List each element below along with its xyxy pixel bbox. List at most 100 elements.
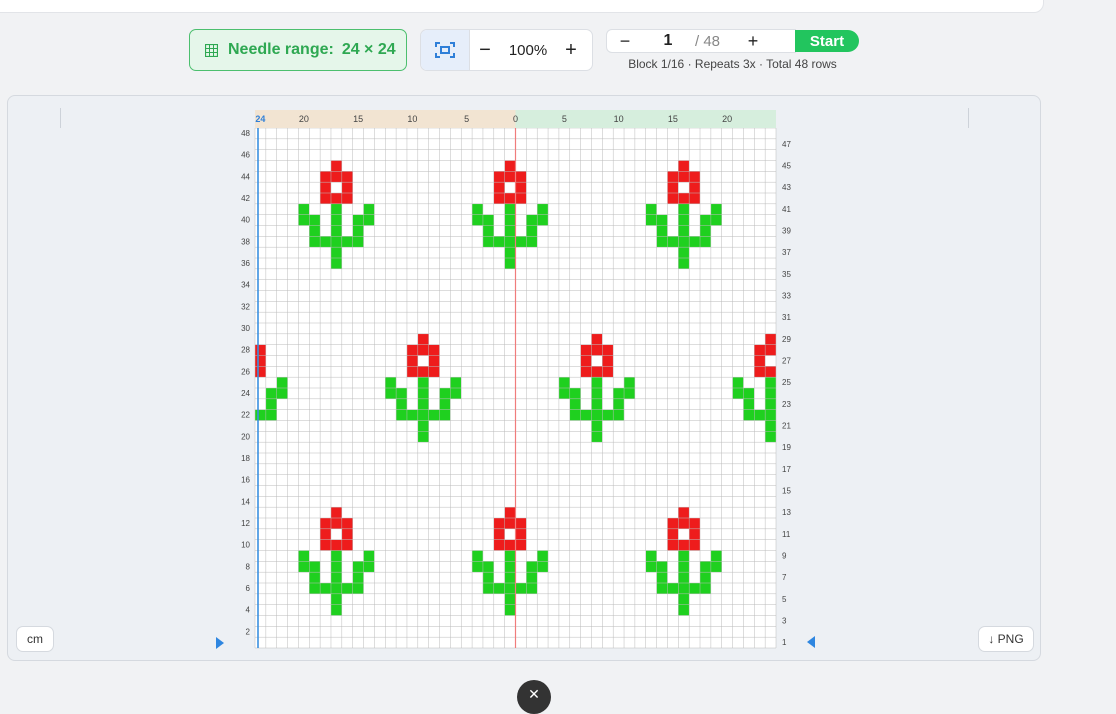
unit-toggle-button[interactable]: cm <box>16 626 54 652</box>
ruler-right-background <box>515 110 776 128</box>
stem-stitch <box>700 225 711 237</box>
flower-stitch <box>515 528 527 540</box>
left-needle-marker[interactable] <box>216 637 224 649</box>
flower-stitch <box>504 507 516 518</box>
row-label-left: 46 <box>241 151 250 160</box>
row-label-right: 29 <box>782 335 791 344</box>
flower-stitch <box>667 193 701 204</box>
stem-stitch <box>396 398 407 410</box>
row-label-left: 32 <box>241 302 250 311</box>
flower-stitch <box>493 539 527 551</box>
flower-stitch <box>493 171 527 183</box>
row-label-right: 31 <box>782 313 791 322</box>
row-label-right: 45 <box>782 162 791 171</box>
flower-stitch <box>580 366 614 378</box>
flower-stitch <box>341 182 353 193</box>
row-label-left: 40 <box>241 216 250 225</box>
flower-stitch <box>428 355 440 367</box>
row-label-right: 7 <box>782 573 787 582</box>
export-png-button[interactable]: ↓ PNG <box>978 626 1034 652</box>
needle-range-label: Needle range: <box>228 41 334 58</box>
row-label-left: 14 <box>241 497 250 506</box>
flower-stitch <box>667 171 701 183</box>
ruler-label: 5 <box>464 114 469 124</box>
zoom-in-button[interactable]: + <box>556 39 586 62</box>
flower-stitch <box>417 333 429 345</box>
divider <box>968 108 969 128</box>
ruler-left-background <box>255 110 516 128</box>
start-button[interactable]: Start <box>795 30 859 52</box>
divider <box>60 108 61 128</box>
flower-stitch <box>493 528 505 540</box>
row-decrement-button[interactable]: − <box>607 31 643 52</box>
knitting-pattern-grid[interactable]: 24 20 15 10 5 0 5 10 15 2048464442403836343230282… <box>230 108 796 652</box>
flower-stitch <box>320 528 331 540</box>
close-button[interactable]: ✕ <box>517 680 551 714</box>
flower-stitch <box>255 366 266 378</box>
zoom-out-button[interactable]: − <box>470 39 500 62</box>
right-needle-marker[interactable] <box>807 636 815 648</box>
row-label-left: 28 <box>241 346 250 355</box>
flower-stitch <box>320 182 331 193</box>
stem-stitch <box>526 225 538 237</box>
row-label-right: 27 <box>782 357 791 366</box>
flower-stitch <box>591 333 603 345</box>
row-label-left: 26 <box>241 367 250 376</box>
flower-stitch <box>406 366 440 378</box>
stem-stitch <box>613 398 625 410</box>
stem-stitch <box>656 225 668 237</box>
row-label-right: 13 <box>782 508 791 517</box>
flower-stitch <box>493 193 527 204</box>
flower-stitch <box>320 193 353 204</box>
flower-stitch <box>255 355 266 367</box>
ruler-label: 10 <box>407 114 417 124</box>
fit-to-screen-button[interactable] <box>421 30 470 70</box>
flower-stitch <box>689 528 701 540</box>
row-increment-button[interactable]: + <box>735 31 771 52</box>
stem-stitch <box>537 550 549 562</box>
block-info-total: Total 48 rows <box>766 57 837 71</box>
info-separator: · <box>687 57 692 71</box>
row-label-right: 21 <box>782 422 791 431</box>
stem-stitch <box>298 550 310 562</box>
stem-stitch <box>439 398 451 410</box>
row-label-right: 19 <box>782 443 791 452</box>
current-row-input[interactable]: 1 <box>643 32 693 50</box>
flower-stitch <box>754 355 766 367</box>
stem-stitch <box>309 572 321 583</box>
stem-stitch <box>450 377 462 388</box>
block-info-block: Block 1/16 <box>628 57 685 71</box>
ruler-label: 0 <box>513 114 518 124</box>
row-label-left: 22 <box>241 411 250 420</box>
stem-stitch <box>700 572 711 583</box>
row-label-left: 36 <box>241 259 250 268</box>
row-label-left: 42 <box>241 194 250 203</box>
stem-stitch <box>710 550 722 562</box>
flower-stitch <box>667 528 679 540</box>
stem-stitch <box>558 377 570 388</box>
stem-stitch <box>385 377 397 388</box>
block-info-repeats: Repeats 3x <box>694 57 756 71</box>
stem-stitch <box>352 225 364 237</box>
flower-stitch <box>320 171 353 183</box>
flower-stitch <box>667 518 701 529</box>
row-label-left: 30 <box>241 324 250 333</box>
flower-stitch <box>765 333 776 345</box>
row-label-left: 4 <box>246 606 251 615</box>
stem-stitch <box>363 550 375 562</box>
stem-stitch <box>710 203 722 215</box>
stem-stitch <box>352 572 364 583</box>
needle-range-badge[interactable]: Needle range: 24 × 24 <box>189 29 407 71</box>
stem-stitch <box>472 550 483 562</box>
needle-range-value: 24 × 24 <box>341 41 396 58</box>
row-label-right: 15 <box>782 487 791 496</box>
row-label-left: 10 <box>241 541 250 550</box>
flower-stitch <box>689 182 701 193</box>
stem-stitch <box>265 398 277 410</box>
stem-stitch <box>569 398 581 410</box>
flower-stitch <box>602 355 614 367</box>
stem-stitch <box>298 203 310 215</box>
row-label-left: 38 <box>241 237 250 246</box>
row-label-left: 2 <box>246 627 251 636</box>
row-label-right: 25 <box>782 378 791 387</box>
